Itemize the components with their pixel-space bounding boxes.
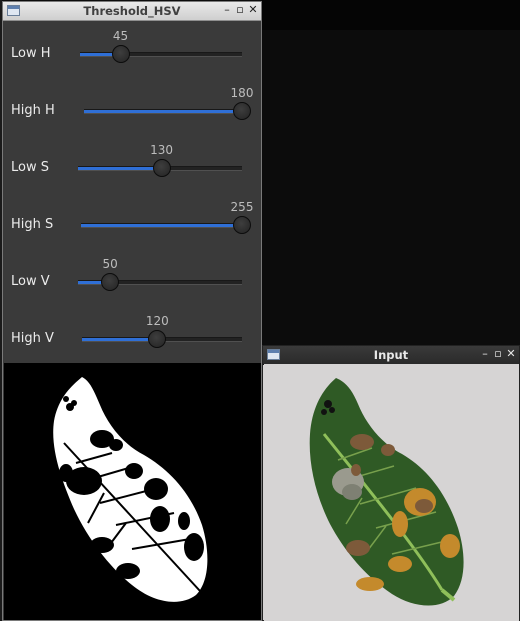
slider-fill xyxy=(82,338,158,341)
trackbar-value: 50 xyxy=(102,257,118,271)
slider-handle[interactable] xyxy=(148,330,167,348)
threshold-mask-image xyxy=(4,363,261,620)
trackbar-value: 180 xyxy=(230,86,254,100)
threshold-window: Threshold_HSV – ▫ ✕ Low H 45 High H 180 … xyxy=(2,1,262,621)
slider-fill xyxy=(78,167,162,170)
close-icon[interactable]: ✕ xyxy=(247,3,259,17)
trackbar-high-h: High H 180 xyxy=(3,82,262,139)
trackbar-low-s: Low S 130 xyxy=(3,139,262,196)
slider-track[interactable] xyxy=(81,223,242,228)
slider-fill xyxy=(84,110,242,113)
trackbar-high-s: High S 255 xyxy=(3,196,262,253)
maximize-icon[interactable]: ▫ xyxy=(492,347,504,361)
threshold-titlebar[interactable]: Threshold_HSV – ▫ ✕ xyxy=(3,2,261,21)
minimize-icon[interactable]: – xyxy=(479,347,491,361)
maximize-icon[interactable]: ▫ xyxy=(234,3,246,17)
trackbar-label: High H xyxy=(11,103,55,118)
background-strip xyxy=(262,0,520,30)
minimize-icon[interactable]: – xyxy=(221,3,233,17)
slider-handle[interactable] xyxy=(152,159,171,177)
input-window: Input – ▫ ✕ xyxy=(262,345,520,621)
trackbar-label: Low V xyxy=(11,274,50,289)
trackbar-value: 130 xyxy=(150,143,174,157)
input-titlebar[interactable]: Input – ▫ ✕ xyxy=(263,346,519,365)
trackbar-label: Low S xyxy=(11,160,49,175)
trackbar-label: High V xyxy=(11,331,54,346)
slider-track[interactable] xyxy=(80,52,242,57)
trackbar-value: 45 xyxy=(112,29,129,43)
close-icon[interactable]: ✕ xyxy=(505,347,517,361)
slider-handle[interactable] xyxy=(101,273,120,291)
trackbar-label: High S xyxy=(11,217,54,232)
slider-handle[interactable] xyxy=(233,102,251,120)
trackbar-label: Low H xyxy=(11,46,51,61)
slider-handle[interactable] xyxy=(111,45,130,63)
trackbar-low-h: Low H 45 xyxy=(3,25,262,82)
trackbar-high-v: High V 120 xyxy=(3,310,262,367)
slider-fill xyxy=(81,224,242,227)
trackbar-value: 120 xyxy=(145,314,169,328)
trackbar-low-v: Low V 50 xyxy=(3,253,262,310)
slider-track[interactable] xyxy=(84,109,242,114)
input-leaf-image xyxy=(264,364,519,621)
trackbar-value: 255 xyxy=(230,200,254,214)
slider-handle[interactable] xyxy=(233,216,251,234)
